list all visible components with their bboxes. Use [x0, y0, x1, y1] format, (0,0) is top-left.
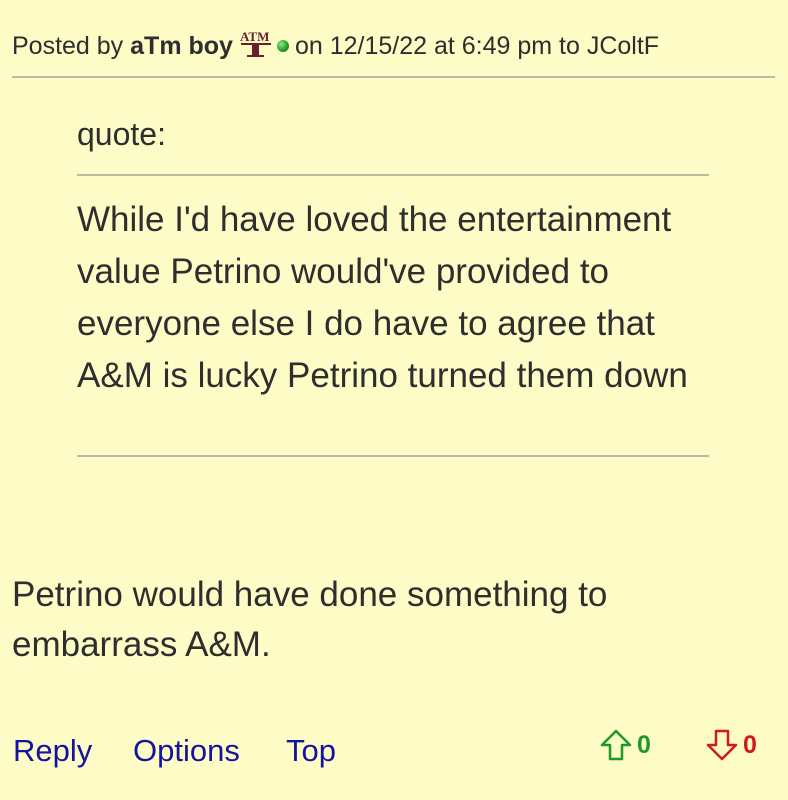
- arrow-up-icon: [600, 729, 632, 761]
- upvote-count: 0: [637, 730, 651, 759]
- options-link[interactable]: Options: [133, 730, 240, 772]
- downvote-count: 0: [743, 730, 757, 759]
- header-divider: [12, 76, 775, 78]
- upvote-button[interactable]: 0: [599, 728, 651, 762]
- quote-bottom-divider: [77, 455, 709, 457]
- author-name[interactable]: aTm boy: [130, 32, 233, 60]
- forum-post: Posted by aTm boy ATM on 12/15/22 at 6:4…: [0, 0, 788, 800]
- post-header: Posted by aTm boy ATM on 12/15/22 at 6:4…: [12, 28, 775, 64]
- post-date: on 12/15/22 at 6:49 pm to: [294, 32, 580, 60]
- quote-text: While I'd have loved the entertainment v…: [77, 200, 688, 395]
- top-link[interactable]: Top: [286, 730, 336, 772]
- posted-by-label: Posted by: [12, 32, 124, 60]
- reply-to-user[interactable]: JColtF: [587, 32, 659, 60]
- team-logo-text: ATM: [240, 29, 269, 44]
- downvote-button[interactable]: 0: [705, 728, 757, 762]
- post-body-text: Petrino would have done something to emb…: [12, 575, 608, 664]
- quote-top-divider: [77, 174, 709, 176]
- arrow-down-icon: [706, 729, 738, 761]
- quote-label: quote:: [77, 116, 166, 152]
- reply-link[interactable]: Reply: [13, 730, 92, 772]
- online-status-icon: [276, 40, 289, 52]
- team-logo-icon: ATM: [239, 28, 273, 58]
